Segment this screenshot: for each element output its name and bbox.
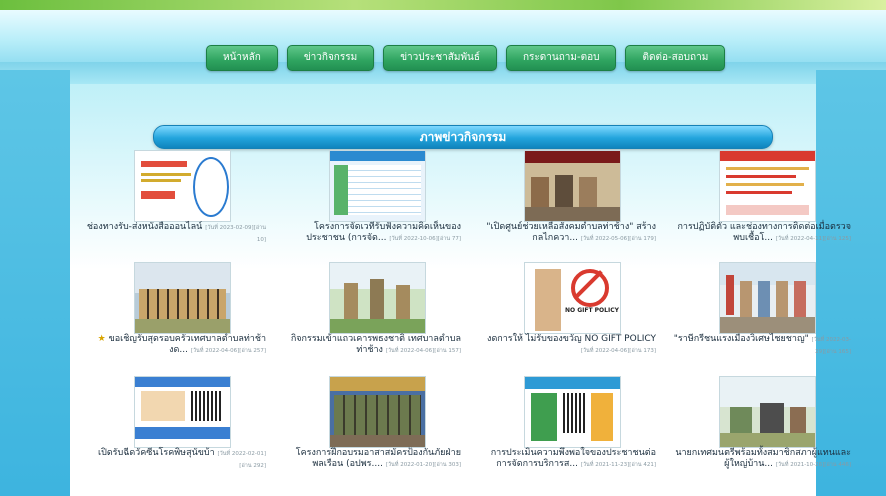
news-meta: [วันที่ 2022-02-01][อ่าน 292] [217,451,266,469]
news-meta: [วันที่ 2022-04-06][อ่าน 257] [190,348,266,354]
news-card[interactable]: ★ ขอเชิญรับสุดรอบครัวเทศบาลตำบลท่าช้างด.… [86,262,266,372]
news-thumbnail[interactable] [719,150,816,222]
news-caption[interactable]: การปฏิบัติตัว และช่องทางการติดต่อเมื่อตร… [671,222,851,245]
grass-banner-edge [0,0,886,10]
news-caption[interactable]: "เปิดศูนย์ช่วยเหลือสังคมตำบลท่าช้าง" สร้… [476,222,656,245]
news-caption[interactable]: โครงการจัดเวทีรับฟังความคิดเห็นของประชาช… [281,222,461,245]
news-thumbnail[interactable] [134,262,231,334]
left-side-panel [0,70,70,496]
top-navigation: หน้าหลัก ข่าวกิจกรรม ข่าวประชาสัมพันธ์ ก… [206,45,726,71]
news-thumbnail[interactable] [719,262,816,334]
news-meta: [วันที่ 2022-04-06][อ่าน 157] [385,348,461,354]
nav-announcements[interactable]: ข่าวประชาสัมพันธ์ [383,45,497,71]
news-card[interactable]: "ราษีกรีชนแรงเมืองวิเศษไชยชาญ" [วันที่ 2… [671,262,851,372]
news-caption[interactable]: "ราษีกรีชนแรงเมืองวิเศษไชยชาญ" [วันที่ 2… [671,334,851,358]
news-card[interactable]: กิจกรรมเข้าแถวเคารพธงชาติ เทศบาลตำบลท่าช… [281,262,461,372]
news-caption[interactable]: งดการให้ ไม่รับของขวัญ NO GIFT POLICY [ว… [476,334,656,357]
news-meta: [วันที่ 2022-05-06][อ่าน 179] [580,236,656,242]
news-card[interactable]: "เปิดศูนย์ช่วยเหลือสังคมตำบลท่าช้าง" สร้… [476,150,656,260]
news-caption[interactable]: การประเมินความพึงพอใจของประชาชนต่อการจัด… [476,448,656,471]
news-thumbnail[interactable] [524,150,621,222]
news-caption[interactable]: เปิดรับฉีดวัคซีนโรคพิษสุนัขบ้า [วันที่ 2… [86,448,266,472]
news-thumbnail[interactable] [329,376,426,448]
news-card[interactable]: เปิดรับฉีดวัคซีนโรคพิษสุนัขบ้า [วันที่ 2… [86,376,266,486]
news-card[interactable]: นายกเทศมนตรีพร้อมทั้งสมาชิกสภาผู้แทนและผ… [671,376,851,486]
news-thumbnail[interactable] [329,262,426,334]
news-card[interactable]: โครงการจัดเวทีรับฟังความคิดเห็นของประชาช… [281,150,461,260]
news-caption[interactable]: ช่องทางรับ-ส่งหนังสือออนไลน์ [วันที่ 202… [86,222,266,246]
news-title[interactable]: "ราษีกรีชนแรงเมืองวิเศษไชยชาญ" [674,334,809,344]
news-caption[interactable]: ★ ขอเชิญรับสุดรอบครัวเทศบาลตำบลท่าช้างด.… [86,334,266,357]
news-thumbnail[interactable] [329,150,426,222]
news-thumbnail[interactable] [134,150,231,222]
thumb-text: NO GIFT POLICY [565,307,619,314]
news-title[interactable]: ช่องทางรับ-ส่งหนังสือออนไลน์ [87,222,203,232]
news-card[interactable]: การปฏิบัติตัว และช่องทางการติดต่อเมื่อตร… [671,150,851,260]
nav-contact[interactable]: ติดต่อ-สอบถาม [625,45,726,71]
news-caption[interactable]: กิจกรรมเข้าแถวเคารพธงชาติ เทศบาลตำบลท่าช… [281,334,461,357]
nav-home[interactable]: หน้าหลัก [206,45,278,71]
news-thumbnail[interactable]: NO GIFT POLICY [524,262,621,334]
news-meta: [วันที่ 2023-02-09][อ่าน 10] [205,225,266,243]
section-title: ภาพข่าวกิจกรรม [153,125,773,149]
news-card[interactable]: ช่องทางรับ-ส่งหนังสือออนไลน์ [วันที่ 202… [86,150,266,260]
news-meta: [วันที่ 2022-04-06][อ่าน 173] [580,348,656,354]
news-caption[interactable]: โครงการฝึกอบรมอาสาสมัครป้องกันภัยฝ่ายพลเ… [281,448,461,471]
news-thumbnail[interactable] [719,376,816,448]
star-icon: ★ [97,334,106,344]
news-card[interactable]: การประเมินความพึงพอใจของประชาชนต่อการจัด… [476,376,656,486]
news-card[interactable]: โครงการฝึกอบรมอาสาสมัครป้องกันภัยฝ่ายพลเ… [281,376,461,486]
news-meta: [วันที่ 2021-10-26][อ่าน 446] [775,462,851,468]
news-meta: [วันที่ 2022-01-20][อ่าน 303] [385,462,461,468]
news-meta: [วันที่ 2022-03-29][อ่าน 165] [811,337,851,355]
news-meta: [วันที่ 2022-10-06][อ่าน 77] [389,236,461,242]
news-caption[interactable]: นายกเทศมนตรีพร้อมทั้งสมาชิกสภาผู้แทนและผ… [671,448,851,471]
news-card[interactable]: NO GIFT POLICY งดการให้ ไม่รับของขวัญ NO… [476,262,656,372]
nav-qa-board[interactable]: กระดานถาม-ตอบ [506,45,617,71]
news-meta: [วันที่ 2022-04-11][อ่าน 125] [775,236,851,242]
news-title[interactable]: งดการให้ ไม่รับของขวัญ NO GIFT POLICY [487,334,656,344]
nav-activities[interactable]: ข่าวกิจกรรม [286,45,375,71]
news-thumbnail[interactable] [134,376,231,448]
news-meta: [วันที่ 2021-11-23][อ่าน 421] [580,462,656,468]
news-title[interactable]: เปิดรับฉีดวัคซีนโรคพิษสุนัขบ้า [98,448,215,458]
news-thumbnail[interactable] [524,376,621,448]
